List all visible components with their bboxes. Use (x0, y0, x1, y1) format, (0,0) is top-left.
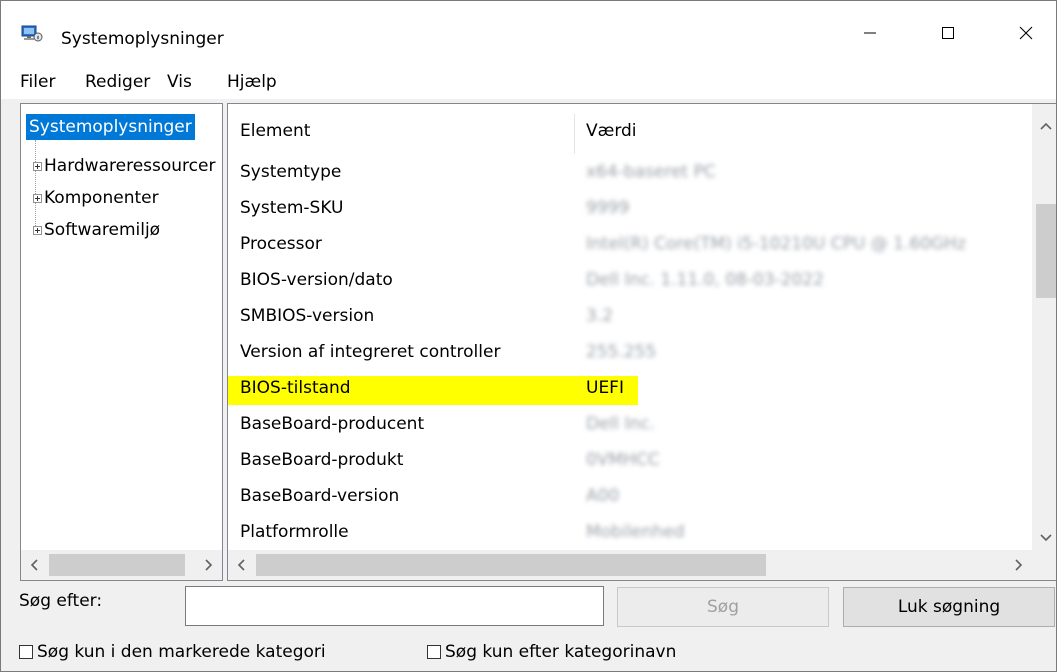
system-information-window: Systemoplysninger Filer Rediger Vis Hjæl… (0, 0, 1057, 672)
scroll-left-arrow[interactable] (21, 550, 49, 580)
expand-icon[interactable] (33, 193, 42, 203)
search-selected-category-checkbox[interactable]: Søg kun i den markerede kategori (19, 642, 326, 662)
tree-item-label: Softwaremiljø (44, 220, 161, 240)
row-value: 3.2 (586, 306, 614, 326)
row-element: BIOS-tilstand (240, 378, 351, 398)
scroll-up-arrow[interactable] (1032, 112, 1056, 142)
minimize-icon (864, 32, 876, 34)
checkbox-box[interactable] (19, 645, 33, 659)
row-value: 0VMHCC (586, 450, 660, 470)
menu-view[interactable]: Vis (167, 72, 192, 92)
row-value: 9999 (586, 198, 630, 218)
checkbox-label: Søg kun i den markerede kategori (37, 642, 326, 662)
chevron-left-icon (237, 559, 245, 571)
tree-item-components[interactable]: Komponenter (33, 185, 159, 211)
row-value: Dell Inc. 1.11.0, 08-03-2022 (586, 270, 825, 290)
expand-icon[interactable] (33, 161, 42, 171)
column-header-element[interactable]: Element (240, 121, 310, 141)
details-list[interactable]: Element Værdi Systemtype x64-baseret PC … (227, 103, 1056, 581)
checkbox-label: Søg kun efter kategorinavn (445, 642, 677, 662)
search-category-names-checkbox[interactable]: Søg kun efter kategorinavn (427, 642, 676, 662)
row-element: System-SKU (240, 198, 344, 218)
row-element: Version af integreret controller (240, 342, 501, 362)
column-separator[interactable] (574, 114, 575, 154)
chevron-down-icon (1040, 534, 1052, 542)
list-horizontal-scrollbar[interactable] (228, 550, 1056, 580)
minimize-button[interactable] (841, 1, 899, 65)
checkbox-box[interactable] (427, 645, 441, 659)
table-row[interactable]: Version af integreret controller 255.255 (228, 336, 1032, 372)
row-value: x64-baseret PC (586, 162, 716, 182)
list-header: Element Værdi (228, 104, 1032, 156)
table-row[interactable]: Processor Intel(R) Core(TM) i5-10210U CP… (228, 228, 1032, 264)
table-row[interactable]: BaseBoard-produkt 0VMHCC (228, 444, 1032, 480)
table-row-highlighted[interactable]: BIOS-tilstand UEFI (228, 372, 1032, 408)
tree-horizontal-scrollbar[interactable] (21, 550, 222, 580)
scrollbar-thumb[interactable] (1036, 204, 1056, 298)
row-element: BaseBoard-version (240, 486, 400, 506)
table-row[interactable]: SMBIOS-version 3.2 (228, 300, 1032, 336)
scroll-down-arrow[interactable] (1032, 522, 1056, 552)
row-element: BaseBoard-producent (240, 414, 425, 434)
table-row[interactable]: BaseBoard-producent Dell Inc. (228, 408, 1032, 444)
row-value: A00 (586, 486, 620, 506)
list-vertical-scrollbar[interactable] (1032, 104, 1056, 552)
window-title: Systemoplysninger (61, 29, 224, 49)
expand-icon[interactable] (33, 225, 42, 235)
row-element: SMBIOS-version (240, 306, 375, 326)
row-element: Processor (240, 234, 322, 254)
row-value: Dell Inc. (586, 414, 655, 434)
row-element: BIOS-version/dato (240, 270, 393, 290)
row-value: UEFI (586, 378, 624, 398)
table-row[interactable]: Platformrolle Mobilenhed (228, 516, 1032, 552)
search-button[interactable]: Søg (617, 587, 829, 627)
close-button[interactable] (997, 1, 1055, 65)
table-row[interactable]: BaseBoard-version A00 (228, 480, 1032, 516)
search-label: Søg efter: (19, 591, 103, 611)
close-search-button[interactable]: Luk søgning (843, 587, 1055, 627)
tree-item-software-environment[interactable]: Softwaremiljø (33, 217, 160, 243)
search-input[interactable] (185, 586, 604, 626)
chevron-right-icon (1015, 559, 1023, 571)
category-tree[interactable]: Systemoplysninger Hardwareressourcer Kom… (20, 103, 223, 581)
table-row[interactable]: Systemtype x64-baseret PC (228, 156, 1032, 192)
row-value: Intel(R) Core(TM) i5-10210U CPU @ 1.60GH… (586, 234, 966, 254)
close-icon (1019, 26, 1033, 40)
scroll-right-arrow[interactable] (194, 550, 222, 580)
row-element: Platformrolle (240, 522, 349, 542)
scrollbar-thumb[interactable] (49, 554, 185, 576)
row-value: Mobilenhed (586, 522, 685, 542)
table-row[interactable]: BIOS-version/dato Dell Inc. 1.11.0, 08-0… (228, 264, 1032, 300)
scrollbar-thumb[interactable] (256, 554, 766, 576)
row-value: 255.255 (586, 342, 657, 362)
menu-edit[interactable]: Rediger (85, 72, 150, 92)
menu-file[interactable]: Filer (20, 72, 55, 92)
tree-item-system-summary[interactable]: Systemoplysninger (26, 114, 195, 140)
title-bar[interactable]: Systemoplysninger (1, 1, 1056, 65)
maximize-icon (942, 27, 954, 39)
row-element: BaseBoard-produkt (240, 450, 404, 470)
scroll-right-arrow[interactable] (1004, 550, 1032, 580)
column-header-value[interactable]: Værdi (586, 121, 637, 141)
system-information-app-icon (21, 25, 43, 42)
scroll-left-arrow[interactable] (228, 550, 256, 580)
chevron-right-icon (205, 559, 213, 571)
maximize-button[interactable] (919, 1, 977, 65)
tree-item-hardware-resources[interactable]: Hardwareressourcer (33, 153, 215, 179)
tree-item-label: Komponenter (44, 188, 159, 208)
table-row[interactable]: System-SKU 9999 (228, 192, 1032, 228)
menu-help[interactable]: Hjælp (227, 72, 277, 92)
row-element: Systemtype (240, 162, 342, 182)
menu-bar: Filer Rediger Vis Hjælp (1, 65, 1056, 99)
tree-item-label: Hardwareressourcer (44, 156, 216, 176)
chevron-up-icon (1040, 122, 1052, 130)
chevron-left-icon (30, 559, 38, 571)
